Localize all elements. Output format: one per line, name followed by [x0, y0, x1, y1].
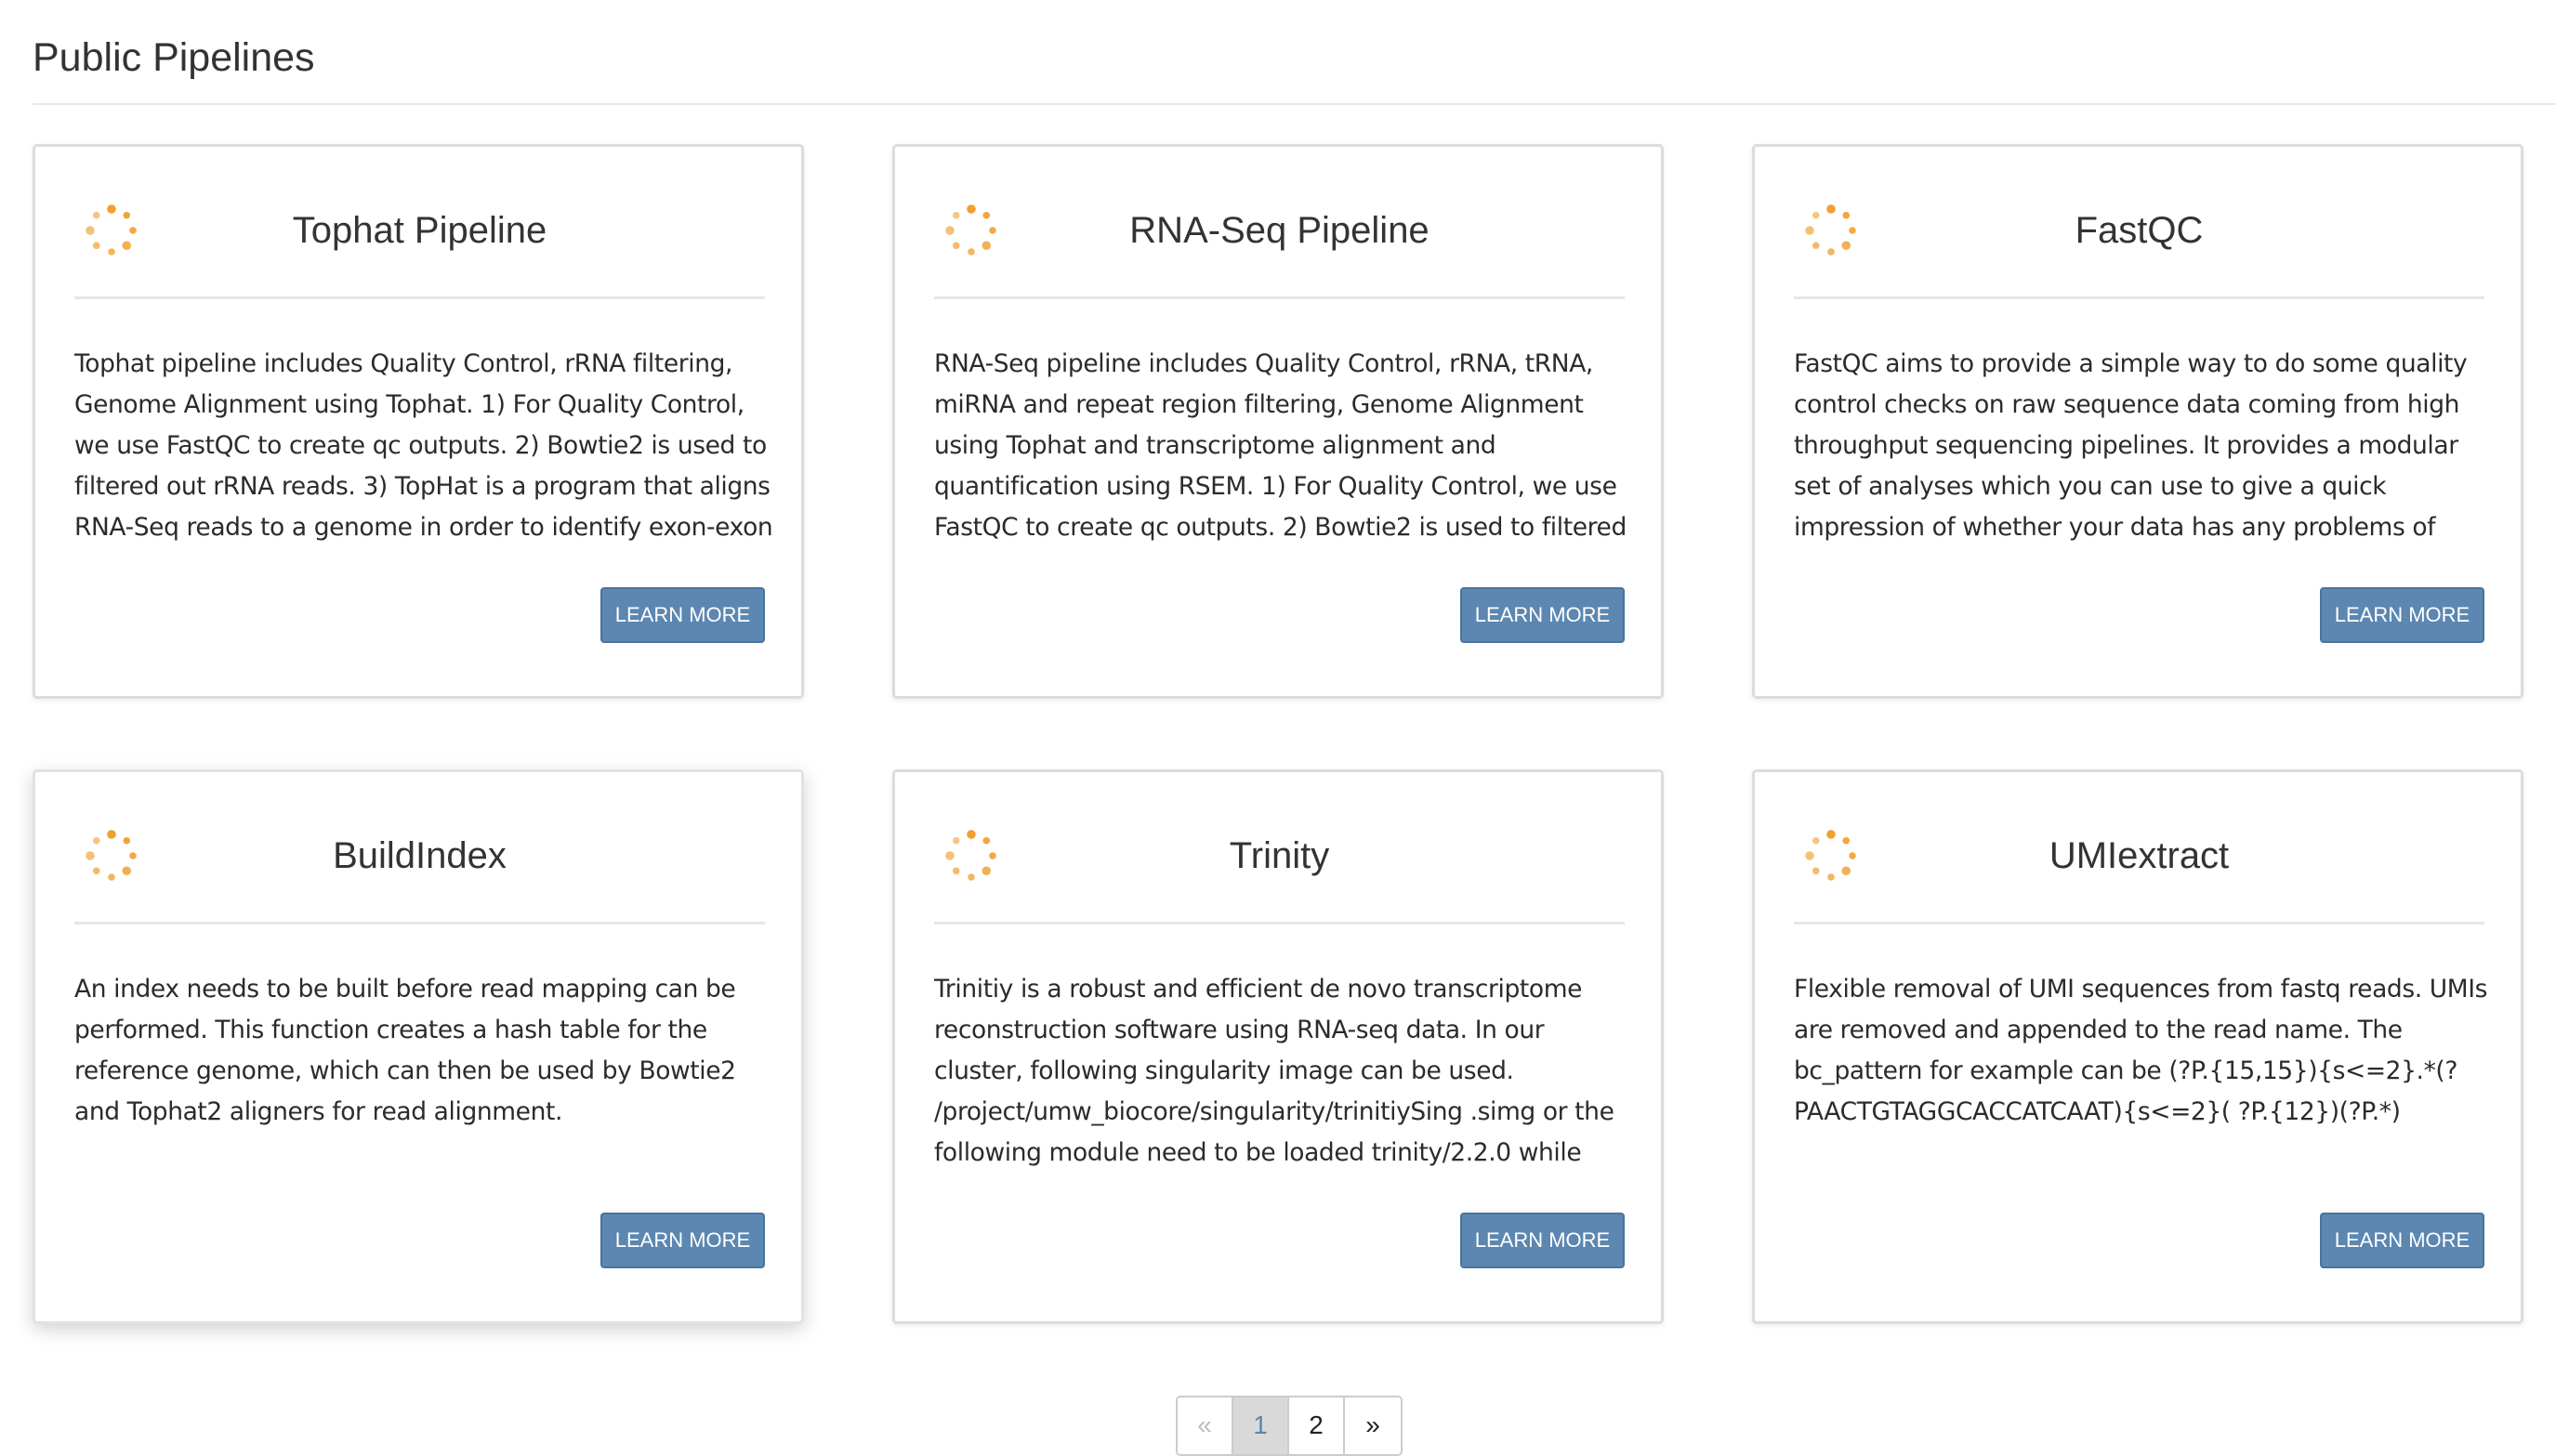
card-title: Trinity [1229, 835, 1330, 876]
card-header: FastQC [1794, 147, 2484, 299]
card-title: RNA-Seq Pipeline [1129, 210, 1430, 251]
learn-more-button[interactable]: LEARN MORE [600, 1213, 765, 1268]
pagination-page-2[interactable]: 2 [1289, 1397, 1345, 1454]
pipeline-card-trinity: Trinity Trinitiy is a robust and efficie… [892, 769, 1664, 1324]
pipeline-card-umiextract: UMIextract Flexible removal of UMI seque… [1752, 769, 2523, 1324]
card-header: Tophat Pipeline [74, 147, 765, 299]
pipeline-card-tophat: Tophat Pipeline Tophat pipeline includes… [33, 144, 804, 699]
learn-more-button[interactable]: LEARN MORE [2320, 587, 2484, 643]
pipeline-card-fastqc: FastQC FastQC aims to provide a simple w… [1752, 144, 2523, 699]
card-title: UMIextract [2049, 835, 2230, 876]
pagination-prev[interactable]: « [1178, 1397, 1233, 1454]
card-description: FastQC aims to provide a simple way to d… [1794, 349, 2468, 542]
learn-more-button[interactable]: LEARN MORE [2320, 1213, 2484, 1268]
page-title: Public Pipelines [33, 35, 315, 80]
card-title: FastQC [2075, 210, 2204, 251]
pagination-page-1[interactable]: 1 [1233, 1397, 1289, 1454]
card-description: Flexible removal of UMI sequences from f… [1794, 975, 2488, 1126]
card-title: Tophat Pipeline [292, 210, 547, 251]
learn-more-button[interactable]: LEARN MORE [600, 587, 765, 643]
pipeline-card-buildindex: BuildIndex An index needs to be built be… [33, 769, 804, 1324]
card-description: An index needs to be built before read m… [74, 975, 736, 1126]
card-header: BuildIndex [74, 772, 765, 925]
title-divider [33, 103, 2556, 105]
learn-more-button[interactable]: LEARN MORE [1460, 1213, 1625, 1268]
card-description: Trinitiy is a robust and efficient de no… [934, 975, 1614, 1167]
learn-more-button[interactable]: LEARN MORE [1460, 587, 1625, 643]
card-description: RNA-Seq pipeline includes Quality Contro… [934, 349, 1627, 542]
pagination: « 1 2 » [1176, 1396, 1403, 1456]
pagination-next[interactable]: » [1345, 1397, 1401, 1454]
card-description: Tophat pipeline includes Quality Control… [74, 349, 773, 542]
card-title: BuildIndex [333, 835, 507, 876]
card-header: RNA-Seq Pipeline [934, 147, 1625, 299]
card-header: UMIextract [1794, 772, 2484, 925]
card-header: Trinity [934, 772, 1625, 925]
pipeline-card-rnaseq: RNA-Seq Pipeline RNA-Seq pipeline includ… [892, 144, 1664, 699]
